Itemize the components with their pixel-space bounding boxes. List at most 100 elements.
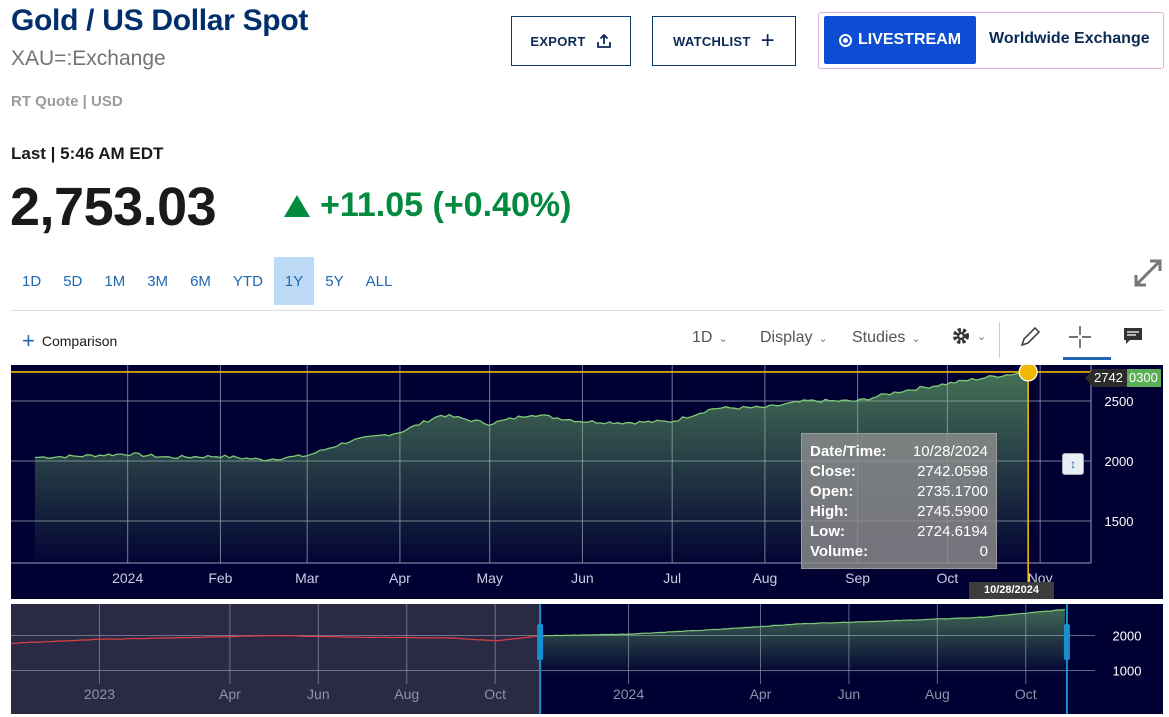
chevron-down-icon: ⌄ xyxy=(977,330,987,343)
x-tick-label: Jul xyxy=(663,570,681,586)
crosshair-date-tag: 10/28/2024 xyxy=(969,582,1054,599)
crosshair-icon[interactable] xyxy=(1066,323,1094,351)
studies-dropdown[interactable]: Studies ⌄ xyxy=(852,329,921,347)
tooltip-label: High: xyxy=(810,503,849,520)
tooltip-label: Date/Time: xyxy=(810,443,887,460)
gear-icon xyxy=(953,328,969,344)
tooltip-label: Volume: xyxy=(810,543,869,560)
livestream-label: LIVESTREAM xyxy=(857,31,962,48)
y-tick-label: 2500 xyxy=(1105,394,1134,409)
x-tick-label: Apr xyxy=(389,570,411,586)
y-tick-label: 2000 xyxy=(1105,454,1134,469)
range-tab-5d[interactable]: 5D xyxy=(52,257,93,305)
data-tooltip: Date/Time: 10/28/2024 Close: 2742.0598 Ope… xyxy=(801,433,997,569)
toolbar-separator xyxy=(999,322,1000,358)
share-icon xyxy=(596,33,611,48)
y-tick-label: 1500 xyxy=(1105,514,1134,529)
interval-dropdown[interactable]: 1D ⌄ xyxy=(692,329,728,347)
chevron-down-icon: ⌄ xyxy=(818,332,828,345)
tooltip-row-high: High: 2745.5900 xyxy=(810,502,988,522)
navigator-handle-left[interactable] xyxy=(537,624,544,660)
toolbar-divider xyxy=(11,310,1163,311)
chevron-down-icon: ⌄ xyxy=(911,332,921,345)
scale-toggle-button[interactable]: ↕ xyxy=(1062,453,1084,475)
export-button[interactable]: EXPORT xyxy=(511,16,631,66)
up-arrow-icon xyxy=(284,194,310,217)
tooltip-value: 0 xyxy=(979,543,988,560)
chevron-down-icon: ⌄ xyxy=(718,332,728,345)
tooltip-value: 10/28/2024 xyxy=(912,443,988,460)
x-tick-label: 2024 xyxy=(112,570,143,586)
range-tab-ytd[interactable]: YTD xyxy=(222,257,274,305)
nav-x-tick-label: Jun xyxy=(307,686,330,702)
range-tab-1d[interactable]: 1D xyxy=(11,257,52,305)
export-label: EXPORT xyxy=(530,33,586,49)
watchlist-button[interactable]: WATCHLIST + xyxy=(652,16,796,66)
time-range-tabs: 1D 5D 1M 3M 6M YTD 1Y 5Y ALL xyxy=(11,257,403,305)
comparison-button[interactable]: + Comparison xyxy=(22,328,118,353)
x-tick-label: Jun xyxy=(571,570,594,586)
plus-icon: + xyxy=(22,328,35,353)
price-change: +11.05 (+0.40%) xyxy=(284,186,571,225)
x-tick-label: May xyxy=(476,570,502,586)
tooltip-label: Close: xyxy=(810,463,856,480)
studies-label: Studies xyxy=(852,329,906,346)
tooltip-row-open: Open: 2735.1700 xyxy=(810,482,988,502)
nav-x-tick-label: Aug xyxy=(394,686,419,702)
nav-y-tick-label: 2000 xyxy=(1113,629,1142,644)
nav-x-tick-label: 2024 xyxy=(613,686,644,702)
pencil-icon[interactable] xyxy=(1018,325,1042,349)
x-tick-label: Oct xyxy=(937,570,959,586)
nav-x-tick-label: 2023 xyxy=(84,686,115,702)
crosshair-price-tag: 2742 0300 xyxy=(1085,369,1161,387)
nav-y-tick-label: 1000 xyxy=(1113,664,1142,679)
settings-dropdown[interactable]: ⌄ xyxy=(951,326,986,346)
comment-icon[interactable] xyxy=(1122,325,1144,347)
interval-label: 1D xyxy=(692,329,713,346)
tooltip-value: 2724.6194 xyxy=(917,523,988,540)
tooltip-row-datetime: Date/Time: 10/28/2024 xyxy=(810,442,988,462)
page-title: Gold / US Dollar Spot xyxy=(11,4,309,37)
nav-x-tick-label: Aug xyxy=(925,686,950,702)
x-tick-label: Sep xyxy=(845,570,870,586)
nav-x-tick-label: Jun xyxy=(838,686,861,702)
comparison-label: Comparison xyxy=(41,333,118,349)
range-tab-3m[interactable]: 3M xyxy=(136,257,179,305)
tooltip-row-close: Close: 2742.0598 xyxy=(810,462,988,482)
watchlist-label: WATCHLIST xyxy=(673,33,751,49)
worldwide-exchange-link[interactable]: Worldwide Exchange xyxy=(989,30,1150,48)
range-tab-5y[interactable]: 5Y xyxy=(314,257,354,305)
last-updated: Last | 5:46 AM EDT xyxy=(11,144,164,163)
x-tick-label: Feb xyxy=(208,570,232,586)
ticker-symbol: XAU=:Exchange xyxy=(11,47,166,70)
tooltip-row-volume: Volume: 0 xyxy=(810,542,988,562)
crosshair-active-indicator xyxy=(1063,357,1111,360)
nav-x-tick-label: Apr xyxy=(219,686,241,702)
x-tick-label: Mar xyxy=(295,570,319,586)
tooltip-row-low: Low: 2724.6194 xyxy=(810,522,988,542)
crosshair-point xyxy=(1018,365,1038,382)
range-tab-1m[interactable]: 1M xyxy=(93,257,136,305)
nav-x-tick-label: Oct xyxy=(484,686,506,702)
livestream-button[interactable]: LIVESTREAM xyxy=(824,16,976,64)
last-price: 2,753.03 xyxy=(10,177,217,237)
navigator-handle-right[interactable] xyxy=(1063,624,1070,660)
navigator-chart[interactable]: 1000 2000 2023 Apr Jun Aug Oct 2024 Apr Jun Aug Oct xyxy=(11,604,1163,714)
crosshair-price: 2742 xyxy=(1085,369,1127,387)
range-tab-6m[interactable]: 6M xyxy=(179,257,222,305)
nav-x-tick-label: Oct xyxy=(1015,686,1037,702)
display-label: Display xyxy=(760,329,813,346)
x-tick-label: Aug xyxy=(752,570,777,586)
navigator-area xyxy=(538,609,1065,674)
range-tab-all[interactable]: ALL xyxy=(355,257,404,305)
display-dropdown[interactable]: Display ⌄ xyxy=(760,329,828,347)
tooltip-label: Low: xyxy=(810,523,845,540)
plus-icon: + xyxy=(760,27,775,54)
tooltip-value: 2742.0598 xyxy=(917,463,988,480)
nav-x-tick-label: Apr xyxy=(750,686,772,702)
price-change-value: +11.05 (+0.40%) xyxy=(320,186,572,224)
tooltip-value: 2745.5900 xyxy=(917,503,988,520)
expand-icon[interactable] xyxy=(1132,257,1164,289)
range-tab-1y[interactable]: 1Y xyxy=(273,257,315,305)
live-icon xyxy=(838,33,852,47)
